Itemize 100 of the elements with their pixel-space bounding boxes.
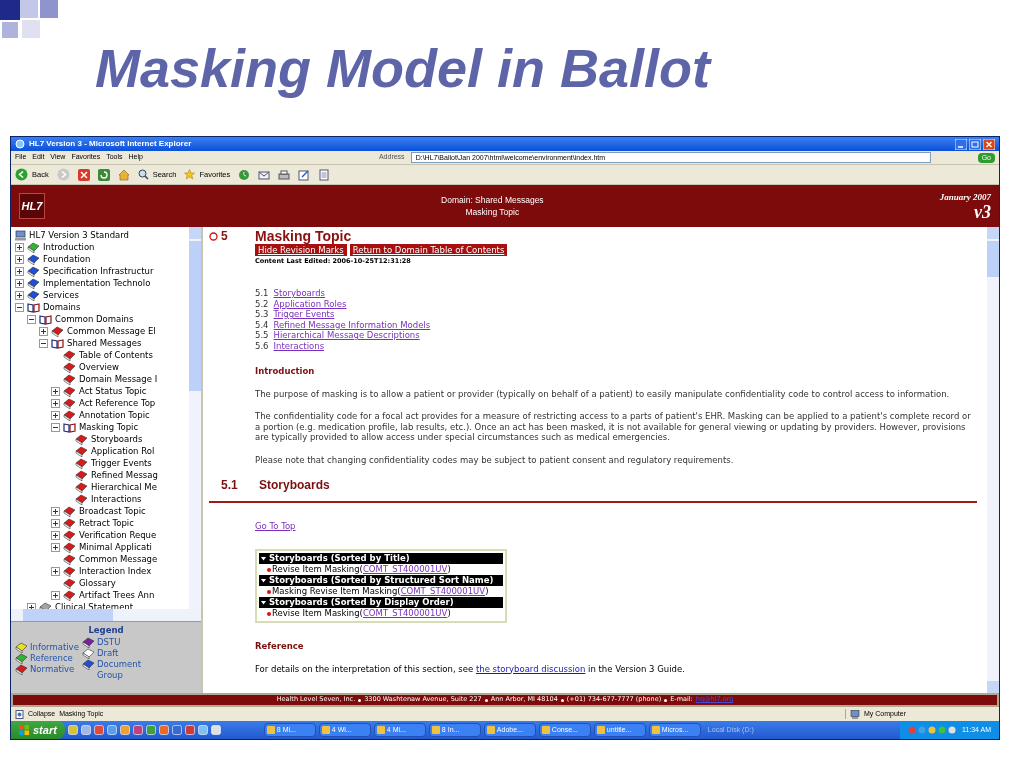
storyboard-discussion-link[interactable]: the storyboard discussion: [475, 663, 586, 674]
collapse-toggle[interactable]: [51, 422, 60, 432]
quick-launch-icon[interactable]: [80, 725, 91, 735]
toc-number: 5.3: [255, 309, 269, 320]
tree-item[interactable]: Domains: [43, 301, 81, 313]
tree-item[interactable]: Introduction: [43, 241, 95, 253]
expand-toggle[interactable]: [51, 590, 60, 600]
storyboard-group-header[interactable]: Storyboards (Sorted by Title): [259, 553, 503, 564]
expand-toggle[interactable]: [15, 266, 24, 276]
horizontal-scrollbar[interactable]: [11, 609, 201, 621]
tree-item[interactable]: Common Message El: [67, 325, 156, 337]
tree-item[interactable]: Implementation Technolo: [43, 277, 151, 289]
tree-item[interactable]: Clinical Statement: [55, 601, 134, 609]
quick-launch-icon[interactable]: [197, 725, 208, 735]
tree-item[interactable]: Minimal Applicati: [79, 541, 152, 553]
tree-item[interactable]: Shared Messages: [67, 337, 142, 349]
collapse-toggle[interactable]: [39, 338, 48, 348]
print-icon[interactable]: [278, 168, 291, 181]
start-button[interactable]: start: [11, 721, 65, 739]
tree-item[interactable]: Retract Topic: [79, 517, 134, 529]
quick-launch-icon[interactable]: [93, 725, 104, 735]
toc-number: 5.6: [255, 340, 269, 351]
toc-link[interactable]: Trigger Events: [273, 309, 335, 320]
tree-item[interactable]: Application Rol: [91, 445, 155, 457]
expand-toggle[interactable]: [39, 326, 48, 336]
tree-item[interactable]: Overview: [79, 361, 120, 373]
tree-item[interactable]: Masking Topic: [79, 421, 139, 433]
tree-item[interactable]: Foundation: [43, 253, 91, 265]
tree-item[interactable]: Storyboards: [91, 433, 143, 445]
quick-launch-icon[interactable]: [145, 725, 156, 735]
link-button[interactable]: Hide Revision Marks: [255, 243, 347, 256]
tree-item[interactable]: Act Reference Top: [79, 397, 156, 409]
tree-item[interactable]: Broadcast Topic: [79, 505, 146, 517]
quick-launch-icon[interactable]: [106, 725, 117, 735]
maximize-icon[interactable]: [969, 138, 981, 150]
expand-toggle[interactable]: [51, 506, 60, 516]
link-button[interactable]: Return to Domain Table of Contents: [349, 243, 508, 256]
mail-icon[interactable]: [258, 168, 271, 181]
tree-item[interactable]: Common Message: [79, 553, 158, 565]
quick-launch-icon[interactable]: [158, 725, 169, 735]
stop-icon[interactable]: [77, 168, 90, 181]
browser-icon: [15, 139, 25, 149]
toc-link[interactable]: Hierarchical Message Descriptions: [273, 330, 420, 341]
expand-toggle[interactable]: [51, 398, 60, 408]
home-icon[interactable]: [117, 168, 130, 181]
vertical-scrollbar[interactable]: [987, 227, 999, 693]
tree-item[interactable]: Services: [43, 289, 79, 301]
collapse-toggle[interactable]: [27, 314, 36, 324]
tree-item[interactable]: Verification Reque: [79, 529, 157, 541]
quick-launch-icon[interactable]: [67, 725, 78, 735]
tree-item[interactable]: Annotation Topic: [79, 409, 150, 421]
expand-toggle[interactable]: [51, 518, 60, 528]
tree-item[interactable]: Glossary: [79, 577, 116, 589]
tree-item[interactable]: HL7 Version 3 Standard: [29, 229, 129, 241]
tree-item[interactable]: Table of Contents: [79, 349, 153, 361]
tree-item[interactable]: Specification Infrastructur: [43, 265, 154, 277]
expand-toggle[interactable]: [15, 242, 24, 252]
toc-link[interactable]: Storyboards: [273, 288, 325, 299]
window-icon: [266, 726, 275, 734]
window-icon: [431, 726, 440, 734]
tree-item[interactable]: Common Domains: [55, 313, 134, 325]
legend-label: Informative: [30, 641, 80, 653]
expand-toggle[interactable]: [15, 290, 24, 300]
tree-item[interactable]: Hierarchical Me: [91, 481, 157, 493]
tree-item[interactable]: Artifact Trees Ann: [79, 589, 155, 601]
quick-launch-icon[interactable]: [184, 725, 195, 735]
expand-toggle[interactable]: [15, 278, 24, 288]
go-to-top-link[interactable]: Go To Top: [255, 520, 296, 531]
tree-item[interactable]: Refined Messag: [91, 469, 158, 481]
expand-toggle[interactable]: [51, 386, 60, 396]
toc-link[interactable]: Interactions: [273, 340, 325, 351]
expand-toggle[interactable]: [51, 530, 60, 540]
close-icon[interactable]: [983, 138, 995, 150]
quick-launch-icon[interactable]: [171, 725, 182, 735]
expand-toggle[interactable]: [51, 542, 60, 552]
tree-item[interactable]: Trigger Events: [91, 457, 152, 469]
quick-launch-icon[interactable]: [132, 725, 143, 735]
collapse-toggle[interactable]: [15, 302, 24, 312]
tree-item[interactable]: Interactions: [91, 493, 142, 505]
star-icon: [184, 169, 196, 180]
tree-item[interactable]: Domain Message I: [79, 373, 158, 385]
page-icon[interactable]: [318, 168, 331, 181]
refresh-icon[interactable]: [97, 168, 110, 181]
toc-link[interactable]: Refined Message Information Models: [273, 319, 431, 330]
toc-link[interactable]: Application Roles: [273, 298, 347, 309]
minimize-icon[interactable]: [955, 138, 967, 150]
edit-icon[interactable]: [298, 168, 311, 181]
storyboard-group-header[interactable]: Storyboards (Sorted by Display Order): [259, 597, 503, 608]
tree-item[interactable]: Interaction Index: [79, 565, 152, 577]
quick-launch-icon[interactable]: [119, 725, 130, 735]
expand-toggle[interactable]: [15, 254, 24, 264]
bullet-icon: [267, 611, 271, 616]
storyboard-group-header[interactable]: Storyboards (Sorted by Structured Sort Name): [259, 575, 503, 586]
expand-toggle[interactable]: [51, 566, 60, 576]
history-icon[interactable]: [238, 168, 251, 181]
vertical-scrollbar[interactable]: [189, 227, 201, 609]
banner-date: January 2007: [939, 191, 991, 203]
tree-item[interactable]: Act Status Topic: [79, 385, 147, 397]
expand-toggle[interactable]: [51, 410, 60, 420]
quick-launch-icon[interactable]: [210, 725, 221, 735]
